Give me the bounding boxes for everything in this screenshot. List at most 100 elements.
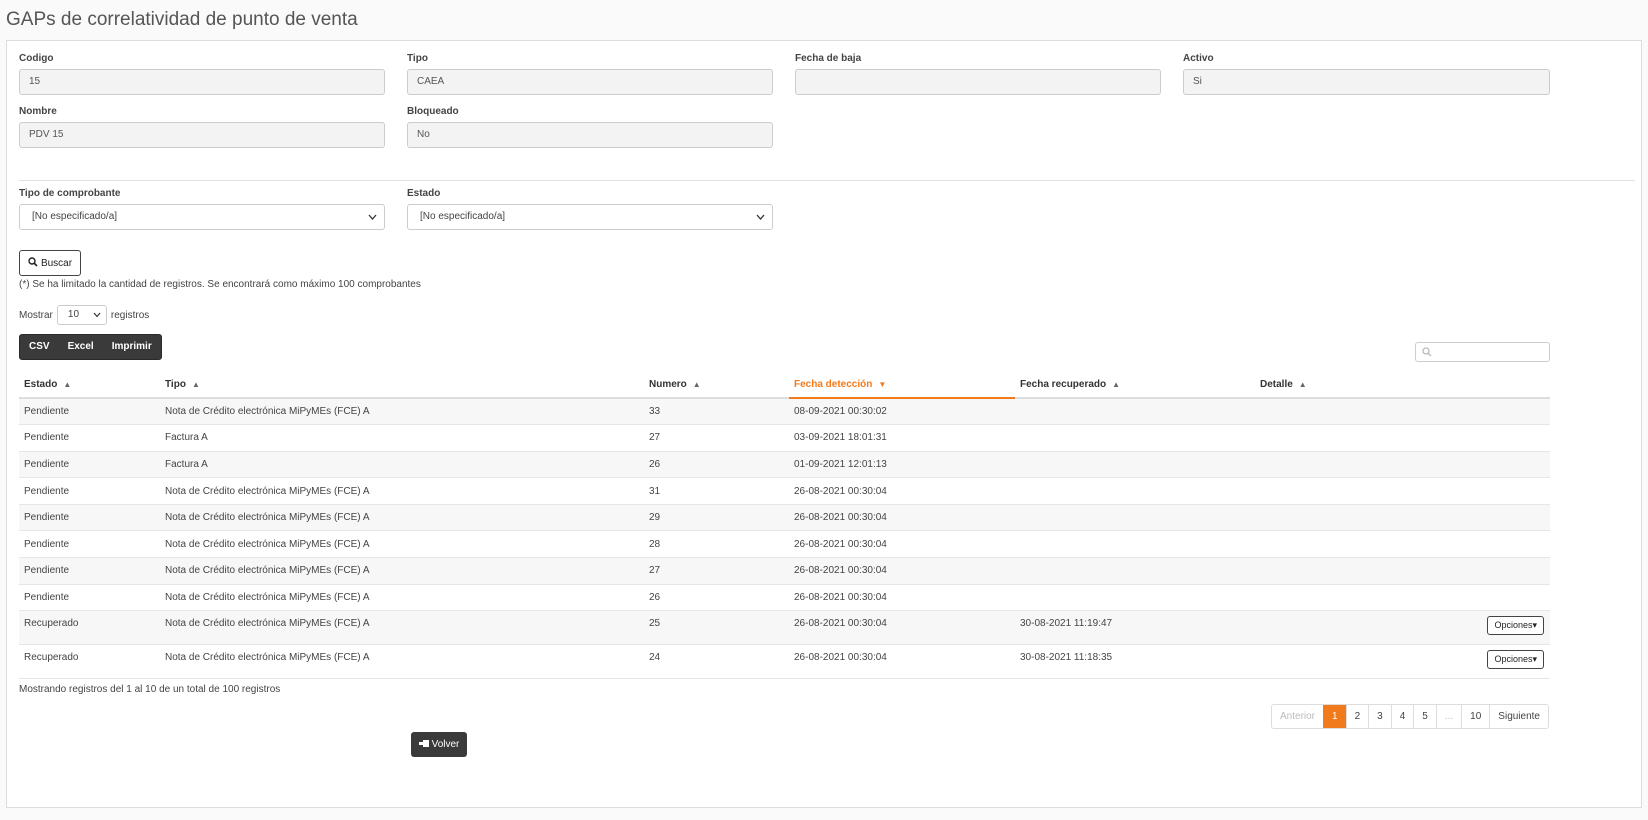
numero-cell: 26 [644,451,789,479]
pagination-page-1[interactable]: 1 [1323,705,1346,728]
fecha-recuperado-cell [1015,504,1255,532]
nombre-field: PDV 15 [19,122,385,148]
tipo-cell: Nota de Crédito electrónica MiPyMEs (FCE… [160,398,644,426]
numero-cell: 25 [644,610,789,646]
table-info: Mostrando registros del 1 al 10 de un to… [19,684,281,695]
csv-button[interactable]: CSV [20,335,59,359]
opciones-label: Opciones [1494,620,1533,631]
estado-cell: Pendiente [19,557,160,585]
limit-note: (*) Se ha limitado la cantidad de regist… [19,279,421,290]
pagination-page-4[interactable]: 4 [1390,705,1414,728]
table-row: Pendiente Factura A 26 01-09-2021 12:01:13 [19,451,1550,479]
fecha-recuperado-cell [1015,424,1255,452]
col-header-detalle[interactable]: Detalle ▲︎ [1255,371,1550,399]
fecha-deteccion-cell: 26-08-2021 00:30:04 [789,644,1015,680]
estado-cell: Pendiente [19,530,160,559]
col-header-numero[interactable]: Numero ▲︎ [644,371,789,399]
detalle-cell [1255,557,1550,585]
tipo-field: CAEA [407,69,773,95]
tipo-cell: Nota de Crédito electrónica MiPyMEs (FCE… [160,584,644,612]
fecha-deteccion-cell: 26-08-2021 00:30:04 [789,504,1015,532]
fecha-recuperado-cell [1015,451,1255,479]
table-row: Pendiente Nota de Crédito electrónica MiP… [19,504,1550,532]
detalle-cell [1255,504,1550,532]
numero-cell: 33 [644,398,789,426]
fecha-baja-field [795,69,1161,95]
detalle-cell [1255,530,1550,559]
fecha-deteccion-cell: 26-08-2021 00:30:04 [789,610,1015,646]
excel-button[interactable]: Excel [59,335,103,359]
nombre-label: Nombre [19,106,57,117]
tipo-label: Tipo [407,53,428,64]
col-header-estado[interactable]: Estado ▲︎ [19,371,160,399]
pagination-prev[interactable]: Anterior [1272,705,1324,728]
pagination-page-5[interactable]: 5 [1413,705,1436,728]
table-row: Pendiente Nota de Crédito electrónica MiP… [19,398,1550,426]
tipo-comprobante-value: [No especificado/a] [32,211,118,222]
fecha-deteccion-cell: 26-08-2021 00:30:04 [789,477,1015,505]
length-control: Mostrar 10 registros [19,305,149,325]
fecha-recuperado-cell [1015,584,1255,612]
fecha-deteccion-cell: 01-09-2021 12:01:13 [789,451,1015,479]
buscar-button[interactable]: Buscar [19,250,81,276]
tipo-cell: Factura A [160,424,644,452]
estado-label: Estado [407,188,441,199]
fecha-recuperado-cell [1015,398,1255,426]
fecha-deteccion-cell: 26-08-2021 00:30:04 [789,557,1015,585]
pagination-page-3[interactable]: 3 [1368,705,1391,728]
opciones-button[interactable]: Opciones▾ [1487,650,1544,670]
numero-cell: 24 [644,644,789,680]
tipo-cell: Nota de Crédito electrónica MiPyMEs (FCE… [160,644,644,680]
table-row: Pendiente Nota de Crédito electrónica MiP… [19,584,1550,612]
codigo-label: Codigo [19,53,54,64]
fecha-deteccion-cell: 08-09-2021 00:30:02 [789,398,1015,426]
col-header-tipo[interactable]: Tipo ▲︎ [160,371,644,399]
detalle-cell [1255,424,1550,452]
detalle-cell [1255,477,1550,505]
tipo-cell: Nota de Crédito electrónica MiPyMEs (FCE… [160,557,644,585]
tipo-cell: Nota de Crédito electrónica MiPyMEs (FCE… [160,477,644,505]
chevron-down-icon [368,205,377,239]
main-panel: Codigo 15 Tipo CAEA Fecha de baja Activo… [6,40,1642,808]
volver-label: Volver [431,739,460,750]
pagination-page-10[interactable]: 10 [1461,705,1490,728]
tipo-cell: Factura A [160,451,644,479]
length-select[interactable]: 10 [56,305,107,325]
caret-down-icon: ▾ [1532,654,1537,665]
chevron-down-icon [93,306,101,331]
estado-cell: Recuperado [19,610,160,646]
estado-cell: Pendiente [19,504,160,532]
pagination-page-2[interactable]: 2 [1345,705,1369,728]
search-icon [28,256,38,270]
bloqueado-label: Bloqueado [407,106,459,117]
export-button-group: CSV Excel Imprimir [19,334,162,360]
activo-label: Activo [1183,53,1214,64]
tipo-cell: Nota de Crédito electrónica MiPyMEs (FCE… [160,530,644,559]
fecha-recuperado-cell [1015,557,1255,585]
estado-cell: Pendiente [19,451,160,479]
numero-cell: 27 [644,557,789,585]
detalle-cell [1255,584,1550,612]
table-row: Pendiente Nota de Crédito electrónica MiP… [19,557,1550,585]
imprimir-button[interactable]: Imprimir [103,335,161,359]
fecha-recuperado-cell: 30-08-2021 11:19:47 [1015,610,1255,646]
detalle-cell: Opciones▾ [1255,610,1550,646]
col-header-fecha-recuperado[interactable]: Fecha recuperado ▲︎ [1015,371,1255,399]
estado-cell: Pendiente [19,584,160,612]
volver-button[interactable]: Volver [411,732,467,757]
fecha-deteccion-cell: 26-08-2021 00:30:04 [789,584,1015,612]
tipo-cell: Nota de Crédito electrónica MiPyMEs (FCE… [160,610,644,646]
table-search-input[interactable] [1415,342,1550,362]
col-header-fecha-deteccion[interactable]: Fecha detección ▼ [789,371,1015,399]
tipo-comprobante-select[interactable]: [No especificado/a] [19,204,385,230]
estado-select[interactable]: [No especificado/a] [407,204,773,230]
divider [19,180,1635,181]
back-hand-icon [418,739,430,751]
opciones-button[interactable]: Opciones▾ [1487,616,1544,636]
fecha-recuperado-cell: 30-08-2021 11:18:35 [1015,644,1255,680]
table-row: Pendiente Nota de Crédito electrónica MiP… [19,477,1550,505]
codigo-field: 15 [19,69,385,95]
pagination-next[interactable]: Siguiente [1489,705,1548,728]
buscar-label: Buscar [40,257,73,269]
detalle-cell [1255,451,1550,479]
